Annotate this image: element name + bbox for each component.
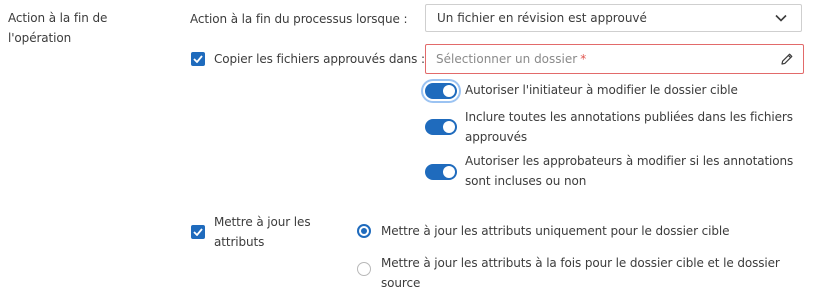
- checkmark-icon: [193, 228, 203, 236]
- label-line: Mettre à jour les: [214, 215, 311, 229]
- section-label: Action à la fin de l'opération: [8, 8, 138, 48]
- label-line: attributs: [214, 235, 265, 249]
- copy-files-label: Copier les fichiers approuvés dans :: [214, 52, 425, 66]
- update-attributes-label: Mettre à jour les attributs: [214, 212, 311, 252]
- pencil-icon[interactable]: [780, 52, 794, 66]
- toggle-approvers-modify-annotations[interactable]: [425, 164, 457, 180]
- target-folder-placeholder: Sélectionner un dossier *: [436, 52, 587, 66]
- toggle-knob: [443, 166, 455, 178]
- trigger-dropdown-value: Un fichier en révision est approuvé: [437, 11, 647, 25]
- label-line: Autoriser les approbateurs à modifier si…: [465, 154, 794, 168]
- radio-target-and-source[interactable]: [357, 262, 371, 276]
- label-line: Inclure toutes les annotations publiées …: [465, 110, 793, 124]
- toggle-allow-initiator-modify[interactable]: [425, 83, 457, 99]
- update-attributes-checkbox[interactable]: [191, 225, 205, 239]
- toggle-knob: [443, 121, 455, 133]
- required-mark: *: [580, 52, 587, 66]
- toggle-include-annotations[interactable]: [425, 119, 457, 135]
- toggle-knob: [443, 85, 455, 97]
- radio-target-and-source-label: Mettre à jour les attributs à la fois po…: [381, 253, 780, 293]
- trigger-dropdown[interactable]: Un fichier en révision est approuvé: [425, 4, 802, 32]
- radio-target-folder-only-label: Mettre à jour les attributs uniquement p…: [381, 224, 730, 238]
- copy-files-checkbox[interactable]: [191, 52, 205, 66]
- toggle-approvers-modify-annotations-label: Autoriser les approbateurs à modifier si…: [465, 151, 793, 191]
- target-folder-input[interactable]: Sélectionner un dossier *: [425, 44, 804, 74]
- radio-target-folder-only[interactable]: [357, 224, 371, 238]
- toggle-allow-initiator-modify-label: Autoriser l'initiateur à modifier le dos…: [465, 83, 738, 97]
- label-line: sont incluses ou non: [465, 174, 587, 188]
- toggle-include-annotations-label: Inclure toutes les annotations publiées …: [465, 107, 793, 147]
- chevron-down-icon: [775, 14, 787, 22]
- label-line: Mettre à jour les attributs à la fois po…: [381, 256, 780, 270]
- label-line: approuvés: [465, 130, 528, 144]
- label-line: source: [381, 276, 421, 290]
- trigger-label: Action à la fin du processus lorsque :: [190, 12, 408, 26]
- checkmark-icon: [193, 55, 203, 63]
- section-label-line2: l'opération: [8, 31, 72, 45]
- section-label-line1: Action à la fin de: [8, 11, 108, 25]
